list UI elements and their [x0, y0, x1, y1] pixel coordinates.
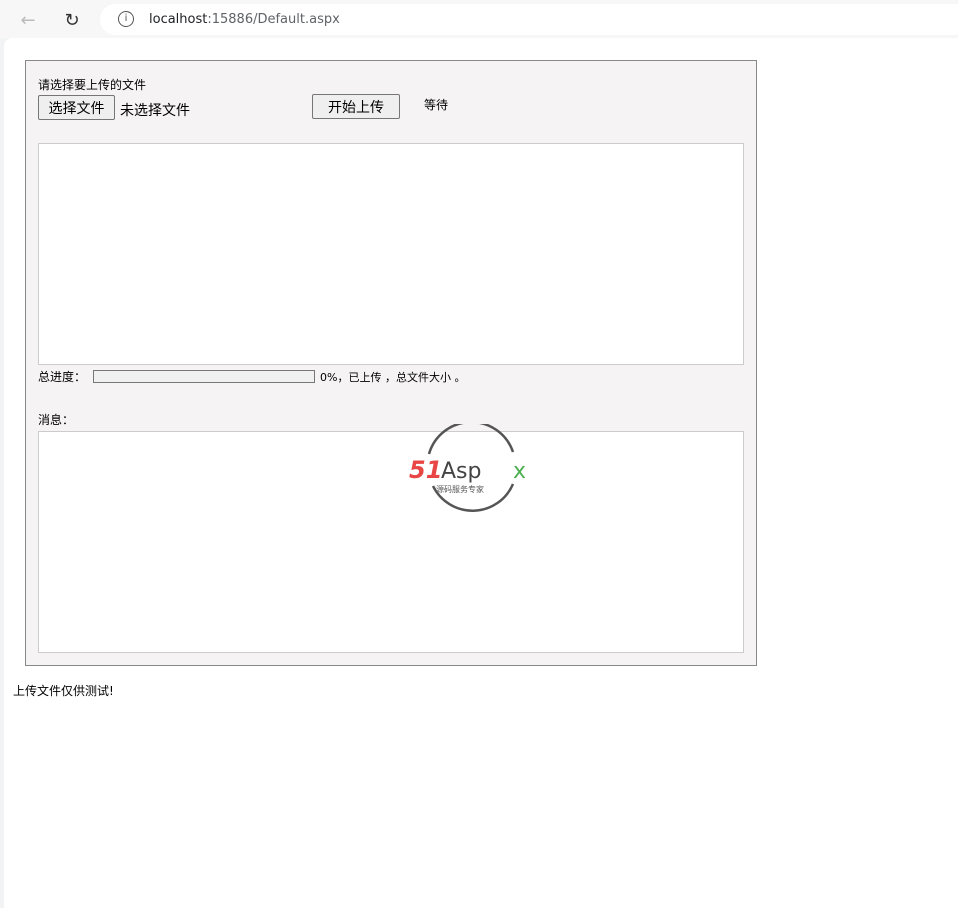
watermark-logo: 51 Asp x 源码服务专家 [409, 424, 526, 512]
progress-label: 总进度： [38, 370, 87, 384]
reload-icon[interactable]: ↻ [60, 8, 84, 32]
messages-label: 消息： [38, 413, 75, 427]
page-content: 请选择要上传的文件 选择文件 未选择文件 开始上传 等待 总进度： 0%，已上传… [4, 38, 958, 908]
choose-file-button[interactable]: 选择文件 [38, 95, 115, 120]
progress-bar [93, 370, 315, 383]
browser-toolbar: ← ↻ i localhost:15886/Default.aspx [0, 0, 958, 38]
upload-status: 等待 [424, 98, 449, 112]
progress-text: 0%，已上传 ，总文件大小 。 [320, 371, 466, 384]
svg-text:Asp: Asp [441, 459, 481, 484]
messages-area[interactable] [38, 431, 744, 653]
no-file-chosen-text: 未选择文件 [120, 103, 190, 119]
site-info-icon[interactable]: i [118, 11, 134, 27]
url-path: :15886/Default.aspx [207, 12, 340, 27]
address-bar[interactable]: i localhost:15886/Default.aspx [100, 4, 958, 35]
url-text: localhost:15886/Default.aspx [149, 12, 340, 27]
file-list-area[interactable] [38, 143, 744, 365]
upload-panel: 请选择要上传的文件 选择文件 未选择文件 开始上传 等待 总进度： 0%，已上传… [25, 60, 757, 666]
svg-text:x: x [513, 459, 526, 484]
svg-text:源码服务专家: 源码服务专家 [436, 484, 484, 494]
footer-note: 上传文件仅供测试! [13, 684, 114, 698]
start-upload-button[interactable]: 开始上传 [312, 94, 400, 119]
svg-text:51: 51 [409, 456, 442, 484]
back-arrow-icon: ← [20, 9, 36, 31]
url-host: localhost [149, 12, 208, 27]
upload-prompt: 请选择要上传的文件 [38, 78, 147, 92]
